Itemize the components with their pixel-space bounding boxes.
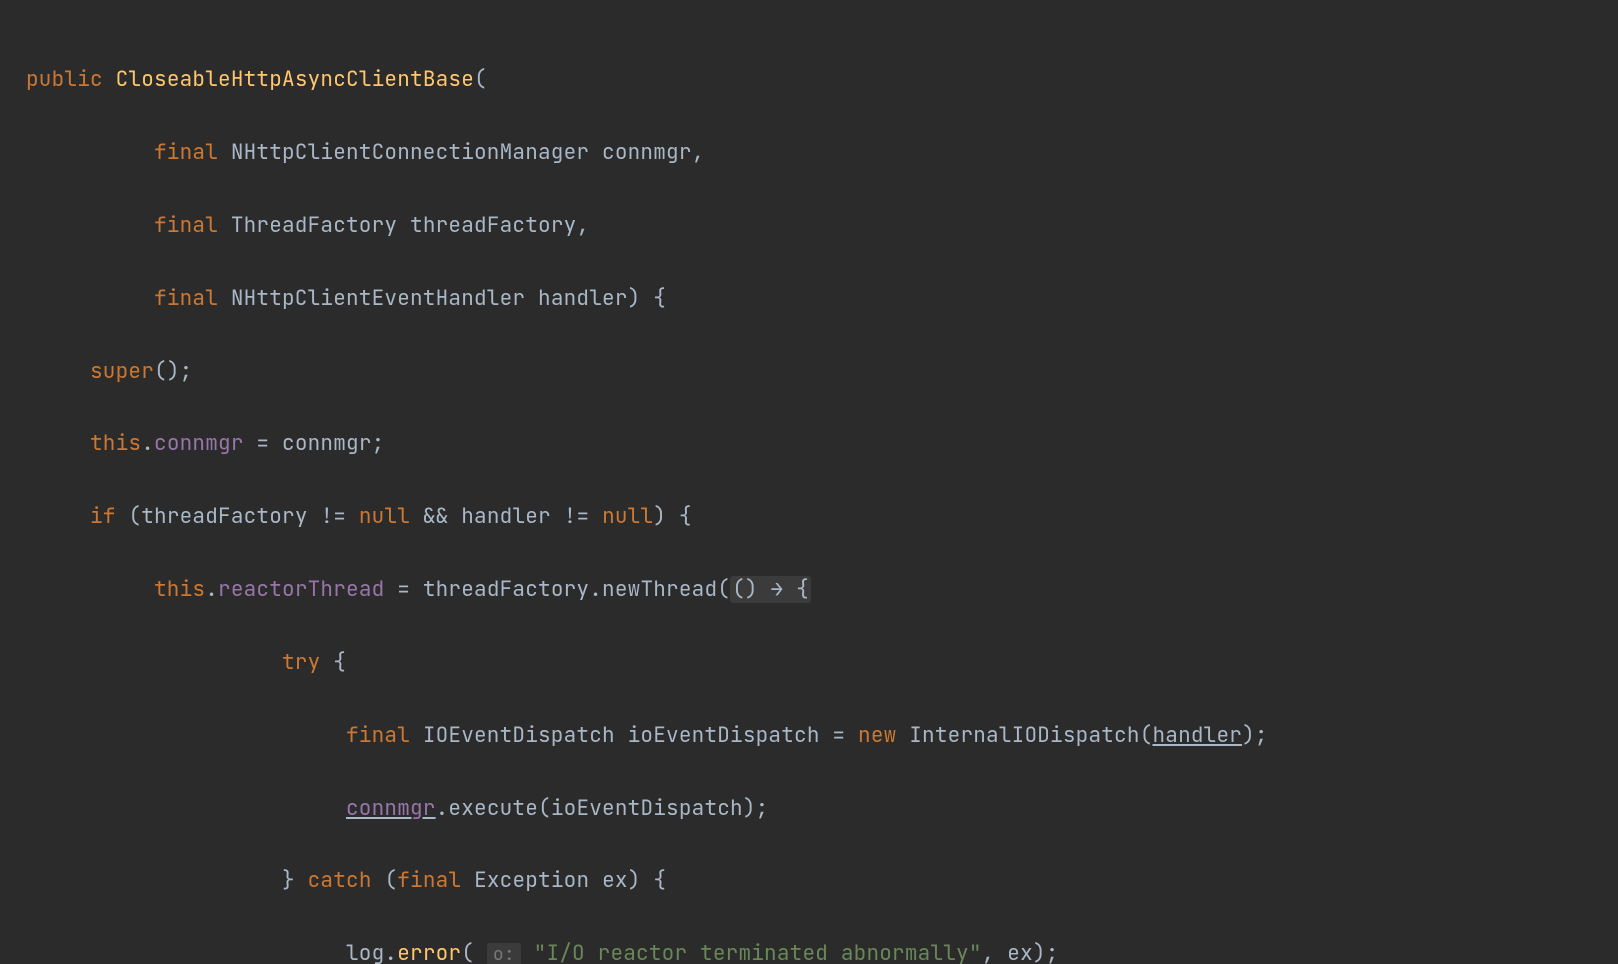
var: threadFactory: [141, 503, 307, 530]
type: NHttpClientEventHandler: [231, 285, 525, 312]
code-line: connmgr.execute(ioEventDispatch);: [26, 791, 1618, 827]
keyword-final: final: [346, 722, 410, 749]
paren-open: (: [474, 66, 487, 93]
captured-connmgr: connmgr: [346, 795, 436, 822]
code-line: final NHttpClientEventHandler handler) {: [26, 281, 1618, 317]
lambda-params: () → {: [730, 576, 811, 603]
var: ex: [602, 867, 628, 894]
field-reactorThread: reactorThread: [218, 576, 384, 603]
type: IOEventDispatch: [423, 722, 615, 749]
ctor-name: CloseableHttpAsyncClientBase: [116, 66, 474, 93]
var: threadFactory: [423, 576, 589, 603]
keyword-null: null: [359, 503, 410, 530]
method-call: error: [397, 940, 461, 964]
code-line: log.error( o: "I/O reactor terminated ab…: [26, 936, 1618, 964]
method-call: newThread: [602, 576, 717, 603]
code-line: final ThreadFactory threadFactory,: [26, 208, 1618, 244]
type: Exception: [474, 867, 589, 894]
method-call: execute: [448, 795, 538, 822]
type: ThreadFactory: [231, 212, 397, 239]
keyword-null: null: [602, 503, 653, 530]
keyword-this: this: [154, 576, 205, 603]
param: handler: [538, 285, 628, 312]
var: log: [346, 940, 384, 964]
keyword-final: final: [154, 139, 218, 166]
keyword-final: final: [154, 285, 218, 312]
code-line: } catch (final Exception ex) {: [26, 863, 1618, 899]
code-line: if (threadFactory != null && handler != …: [26, 499, 1618, 535]
keyword-super: super: [90, 358, 154, 385]
keyword-if: if: [90, 503, 116, 530]
code-line: super();: [26, 354, 1618, 390]
type: NHttpClientConnectionManager: [231, 139, 589, 166]
param: connmgr: [602, 139, 692, 166]
keyword-this: this: [90, 430, 141, 457]
keyword-catch: catch: [308, 867, 372, 894]
string-literal: "I/O reactor terminated abnormally": [534, 940, 982, 964]
code-line: public CloseableHttpAsyncClientBase(: [26, 62, 1618, 98]
keyword-final: final: [154, 212, 218, 239]
code-line: try {: [26, 645, 1618, 681]
code-line: this.reactorThread = threadFactory.newTh…: [26, 572, 1618, 608]
code-line: final IOEventDispatch ioEventDispatch = …: [26, 718, 1618, 754]
var: ex: [1007, 940, 1033, 964]
field-connmgr: connmgr: [154, 430, 244, 457]
keyword-try: try: [282, 649, 320, 676]
param: threadFactory: [410, 212, 576, 239]
keyword-final: final: [397, 867, 461, 894]
var: connmgr: [282, 430, 372, 457]
code-editor[interactable]: public CloseableHttpAsyncClientBase( fin…: [0, 0, 1618, 964]
type: InternalIODispatch: [909, 722, 1139, 749]
code-line: final NHttpClientConnectionManager connm…: [26, 135, 1618, 171]
param-hint: o:: [487, 943, 521, 964]
var: ioEventDispatch: [628, 722, 820, 749]
code-line: this.connmgr = connmgr;: [26, 426, 1618, 462]
keyword-new: new: [858, 722, 896, 749]
captured-handler: handler: [1152, 722, 1242, 749]
var: handler: [461, 503, 551, 530]
keyword-public: public: [26, 66, 103, 93]
arg: ioEventDispatch: [551, 795, 743, 822]
